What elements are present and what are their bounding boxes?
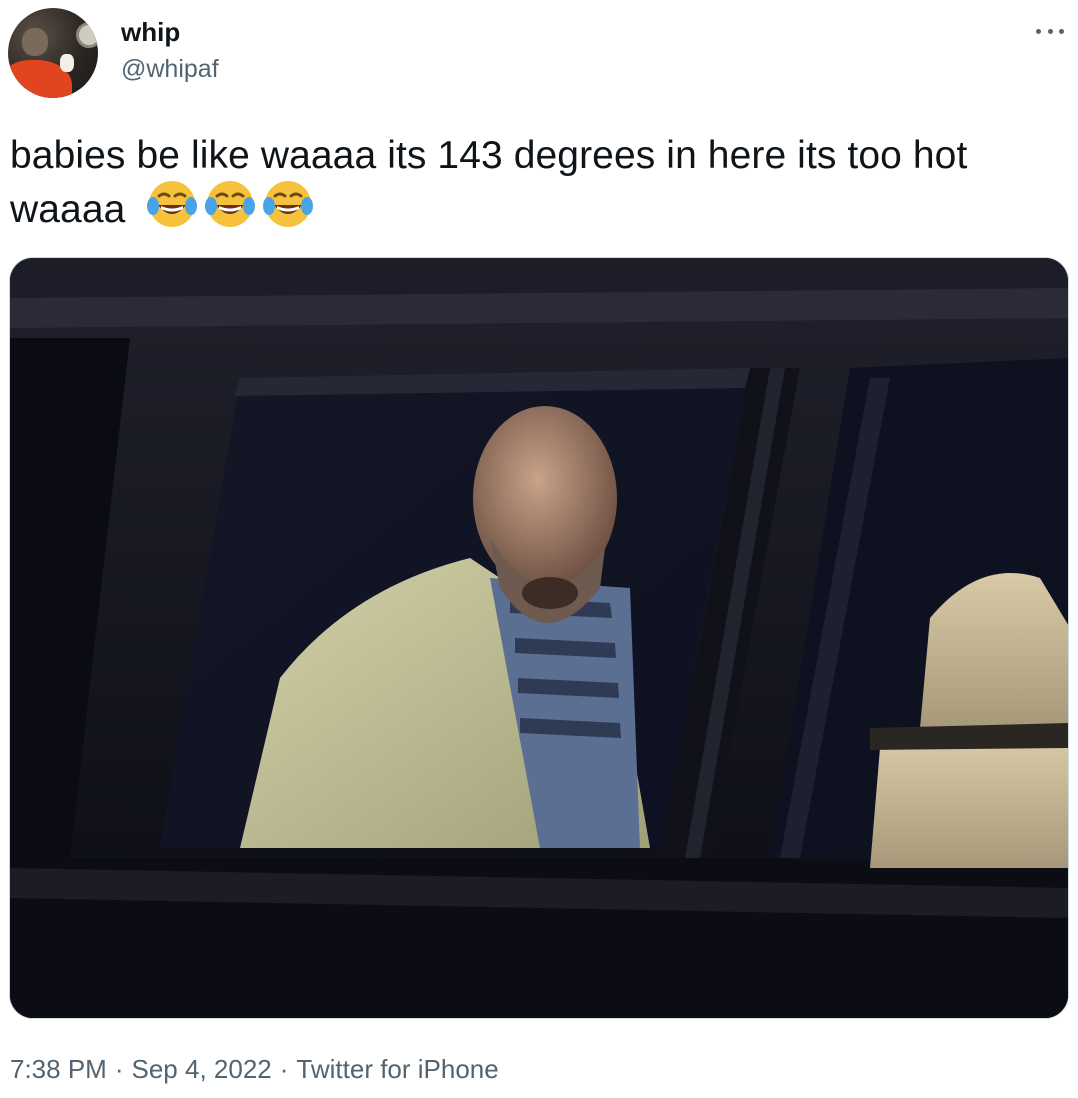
- author-handle[interactable]: @whipaf: [121, 55, 219, 84]
- avatar-face: [22, 28, 48, 56]
- avatar[interactable]: [8, 8, 98, 98]
- tweet-text: babies be like waaaa its 143 degrees in …: [10, 133, 1070, 232]
- tweet-source[interactable]: Twitter for iPhone: [296, 1054, 498, 1085]
- tweet-meta: 7:38 PM · Sep 4, 2022 · Twitter for iPho…: [10, 1054, 499, 1085]
- avatar-disc: [76, 22, 98, 48]
- more-dot: [1036, 28, 1041, 34]
- tweet-photo[interactable]: [9, 257, 1069, 1019]
- tweet-time[interactable]: 7:38 PM: [10, 1054, 107, 1085]
- emoji-row: [146, 178, 314, 230]
- more-icon[interactable]: [1034, 18, 1066, 44]
- avatar-glove: [60, 54, 74, 72]
- meta-separator: ·: [114, 1054, 124, 1084]
- face-with-tears-of-joy-icon: [146, 178, 198, 230]
- face-with-tears-of-joy-icon: [262, 178, 314, 230]
- meta-separator: ·: [279, 1054, 289, 1084]
- tweet-date[interactable]: Sep 4, 2022: [132, 1054, 272, 1085]
- author-display-name[interactable]: whip: [121, 17, 180, 48]
- more-dot: [1059, 28, 1064, 34]
- more-dot: [1047, 28, 1053, 34]
- photo-illustration: [10, 258, 1068, 1018]
- face-with-tears-of-joy-icon: [204, 178, 256, 230]
